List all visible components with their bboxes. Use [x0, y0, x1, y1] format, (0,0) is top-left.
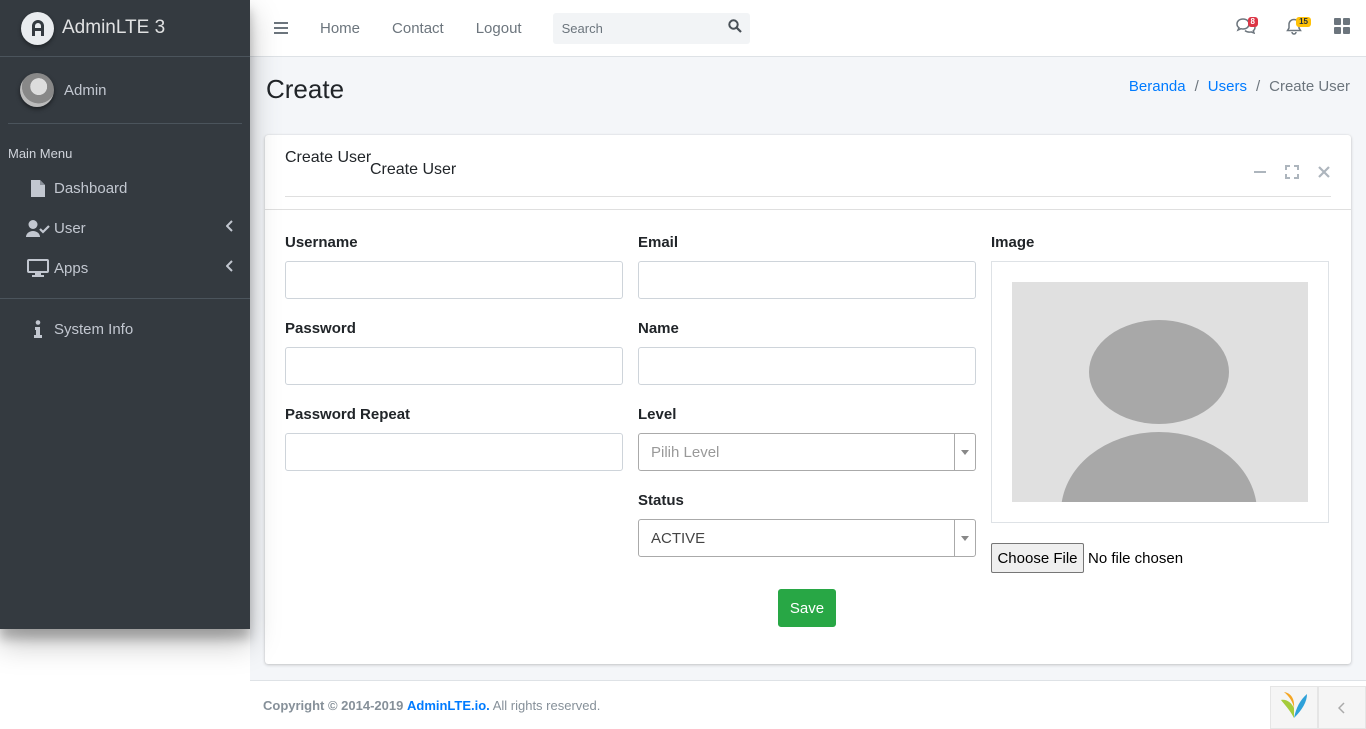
desktop-icon: [26, 259, 50, 277]
name-label: Name: [638, 320, 679, 337]
minus-icon[interactable]: [1253, 165, 1267, 179]
card-header: Create User Create User: [265, 135, 1351, 210]
search-icon[interactable]: [727, 18, 742, 38]
breadcrumb-current: Create User: [1269, 78, 1350, 95]
image-label: Image: [991, 234, 1035, 251]
page-title: Create: [266, 74, 345, 104]
level-placeholder: Pilih Level: [651, 444, 720, 461]
password-field[interactable]: [285, 347, 623, 385]
user-check-icon: [26, 219, 50, 237]
main-sidebar: AdminLTE 3 Admin Main Menu Dashboard Use…: [0, 0, 250, 629]
level-label: Level: [638, 406, 677, 423]
nav-link-contact[interactable]: Contact: [392, 20, 444, 37]
status-select[interactable]: ACTIVE: [638, 519, 976, 557]
close-icon[interactable]: [1317, 165, 1331, 179]
sidebar-item-dashboard[interactable]: Dashboard: [0, 168, 250, 208]
avatar: [20, 73, 54, 107]
breadcrumb-separator: /: [1194, 78, 1199, 95]
user-panel[interactable]: Admin: [8, 57, 242, 124]
sidebar-item-label: User: [54, 219, 86, 237]
yii-logo-icon: [1280, 690, 1308, 725]
file-status: No file chosen: [1088, 550, 1184, 567]
breadcrumb-separator: /: [1255, 78, 1261, 95]
user-name: Admin: [64, 81, 107, 99]
brand-link[interactable]: AdminLTE 3: [0, 0, 250, 57]
email-field[interactable]: [638, 261, 976, 299]
messages-badge: 8: [1247, 17, 1258, 27]
brand-text: AdminLTE 3: [62, 17, 166, 38]
choose-file-button[interactable]: Choose File: [991, 543, 1084, 573]
status-label: Status: [638, 492, 684, 509]
card-tools: [1253, 165, 1331, 179]
sidebar-item-apps[interactable]: Apps: [0, 248, 250, 288]
status-value: ACTIVE: [651, 530, 706, 547]
create-user-card: Create User Create User Username Passwor…: [265, 135, 1351, 664]
breadcrumb-home[interactable]: Beranda: [1129, 78, 1186, 95]
control-sidebar-button[interactable]: [1318, 0, 1366, 57]
password-repeat-field[interactable]: [285, 433, 623, 471]
name-field[interactable]: [638, 347, 976, 385]
card-subtitle: Create User: [370, 161, 457, 178]
nav-link-logout[interactable]: Logout: [476, 20, 522, 37]
copyright: Copyright © 2014-2019 AdminLTE.io. All r…: [263, 698, 600, 713]
breadcrumb: Beranda / Users / Create User: [1129, 78, 1350, 95]
copyright-suffix: All rights reserved.: [492, 698, 601, 713]
search-placeholder: Search: [561, 20, 603, 36]
chevron-left-icon: [225, 220, 234, 235]
search-input[interactable]: Search: [552, 12, 750, 44]
card-title: Create User: [285, 149, 372, 166]
sidebar-item-label: Apps: [54, 259, 89, 277]
footer-link[interactable]: AdminLTE.io.: [407, 698, 490, 713]
expand-icon[interactable]: [1285, 165, 1299, 179]
password-label: Password: [285, 320, 356, 337]
user-placeholder-icon: [1012, 282, 1308, 502]
notifications-button[interactable]: 15: [1270, 0, 1318, 57]
content-wrapper: Create Beranda / Users / Create User Cre…: [250, 57, 1366, 680]
menu-toggle-icon[interactable]: [274, 22, 288, 34]
navbar-right: 8 15: [1222, 0, 1366, 57]
email-label: Email: [638, 234, 679, 251]
copyright-prefix: Copyright © 2014-2019: [263, 698, 404, 713]
yii-debug-button[interactable]: [1270, 686, 1318, 729]
username-field[interactable]: [285, 261, 623, 299]
file-icon: [26, 179, 50, 197]
sidebar-item-system-info[interactable]: System Info: [0, 309, 250, 349]
adminlte-logo-icon: [21, 11, 54, 45]
nav-divider: [0, 298, 250, 299]
breadcrumb-users[interactable]: Users: [1208, 78, 1247, 95]
top-navbar: Home Contact Logout Search 8 15: [250, 0, 1366, 57]
level-select[interactable]: Pilih Level: [638, 433, 976, 471]
username-label: Username: [285, 234, 358, 251]
chevron-down-icon: [954, 434, 975, 470]
chevron-down-icon: [954, 520, 975, 556]
save-button[interactable]: Save: [778, 589, 836, 627]
main-footer: Copyright © 2014-2019 AdminLTE.io. All r…: [250, 680, 1366, 729]
grid-icon: [1334, 18, 1350, 39]
password-repeat-label: Password Repeat: [285, 406, 411, 423]
notifications-badge: 15: [1296, 17, 1311, 27]
sidebar-item-label: Dashboard: [54, 179, 128, 197]
messages-button[interactable]: 8: [1222, 0, 1270, 57]
nav-link-home[interactable]: Home: [320, 20, 360, 37]
sidebar-item-label: System Info: [54, 320, 134, 338]
chevron-left-icon: [225, 260, 234, 275]
image-preview: [991, 261, 1329, 523]
chevron-left-icon[interactable]: [1318, 686, 1366, 729]
sidebar-item-user[interactable]: User: [0, 208, 250, 248]
nav-header: Main Menu: [8, 146, 73, 161]
info-icon: [26, 320, 50, 338]
